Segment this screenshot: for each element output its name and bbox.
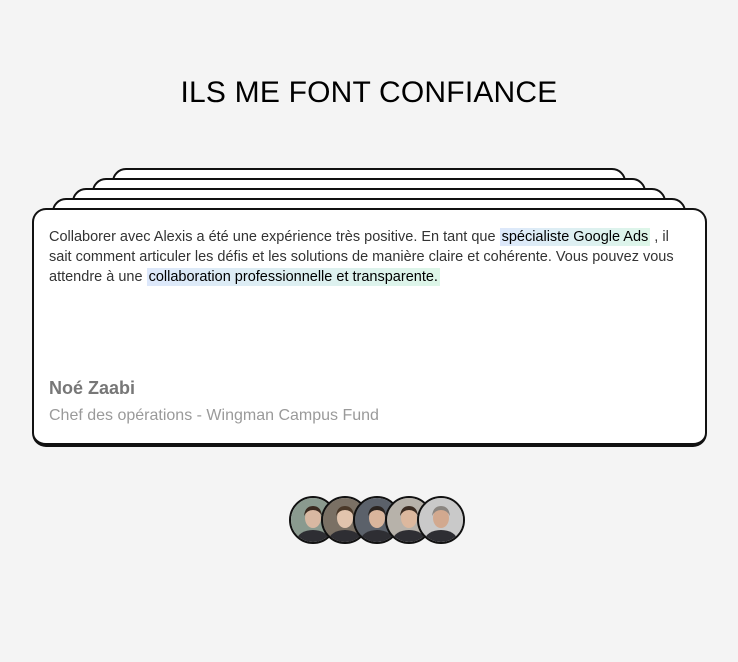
quote-highlight-2: collaboration professionnelle et transpa… bbox=[146, 268, 440, 286]
avatar-selector bbox=[289, 496, 467, 544]
quote-text-1: Collaborer avec Alexis a été une expérie… bbox=[49, 229, 500, 245]
quote-highlight-1: spécialiste Google Ads bbox=[499, 228, 651, 246]
testimonial-author-name: Noé Zaabi bbox=[49, 378, 136, 398]
avatar-5[interactable] bbox=[417, 496, 465, 544]
testimonial-card[interactable]: Collaborer avec Alexis a été une expérie… bbox=[32, 208, 707, 447]
section-title: ILS ME FONT CONFIANCE bbox=[180, 76, 558, 109]
testimonial-quote: Collaborer avec Alexis a été une expérie… bbox=[49, 227, 690, 287]
testimonial-author-role: Chef des opérations - Wingman Campus Fun… bbox=[49, 407, 379, 424]
